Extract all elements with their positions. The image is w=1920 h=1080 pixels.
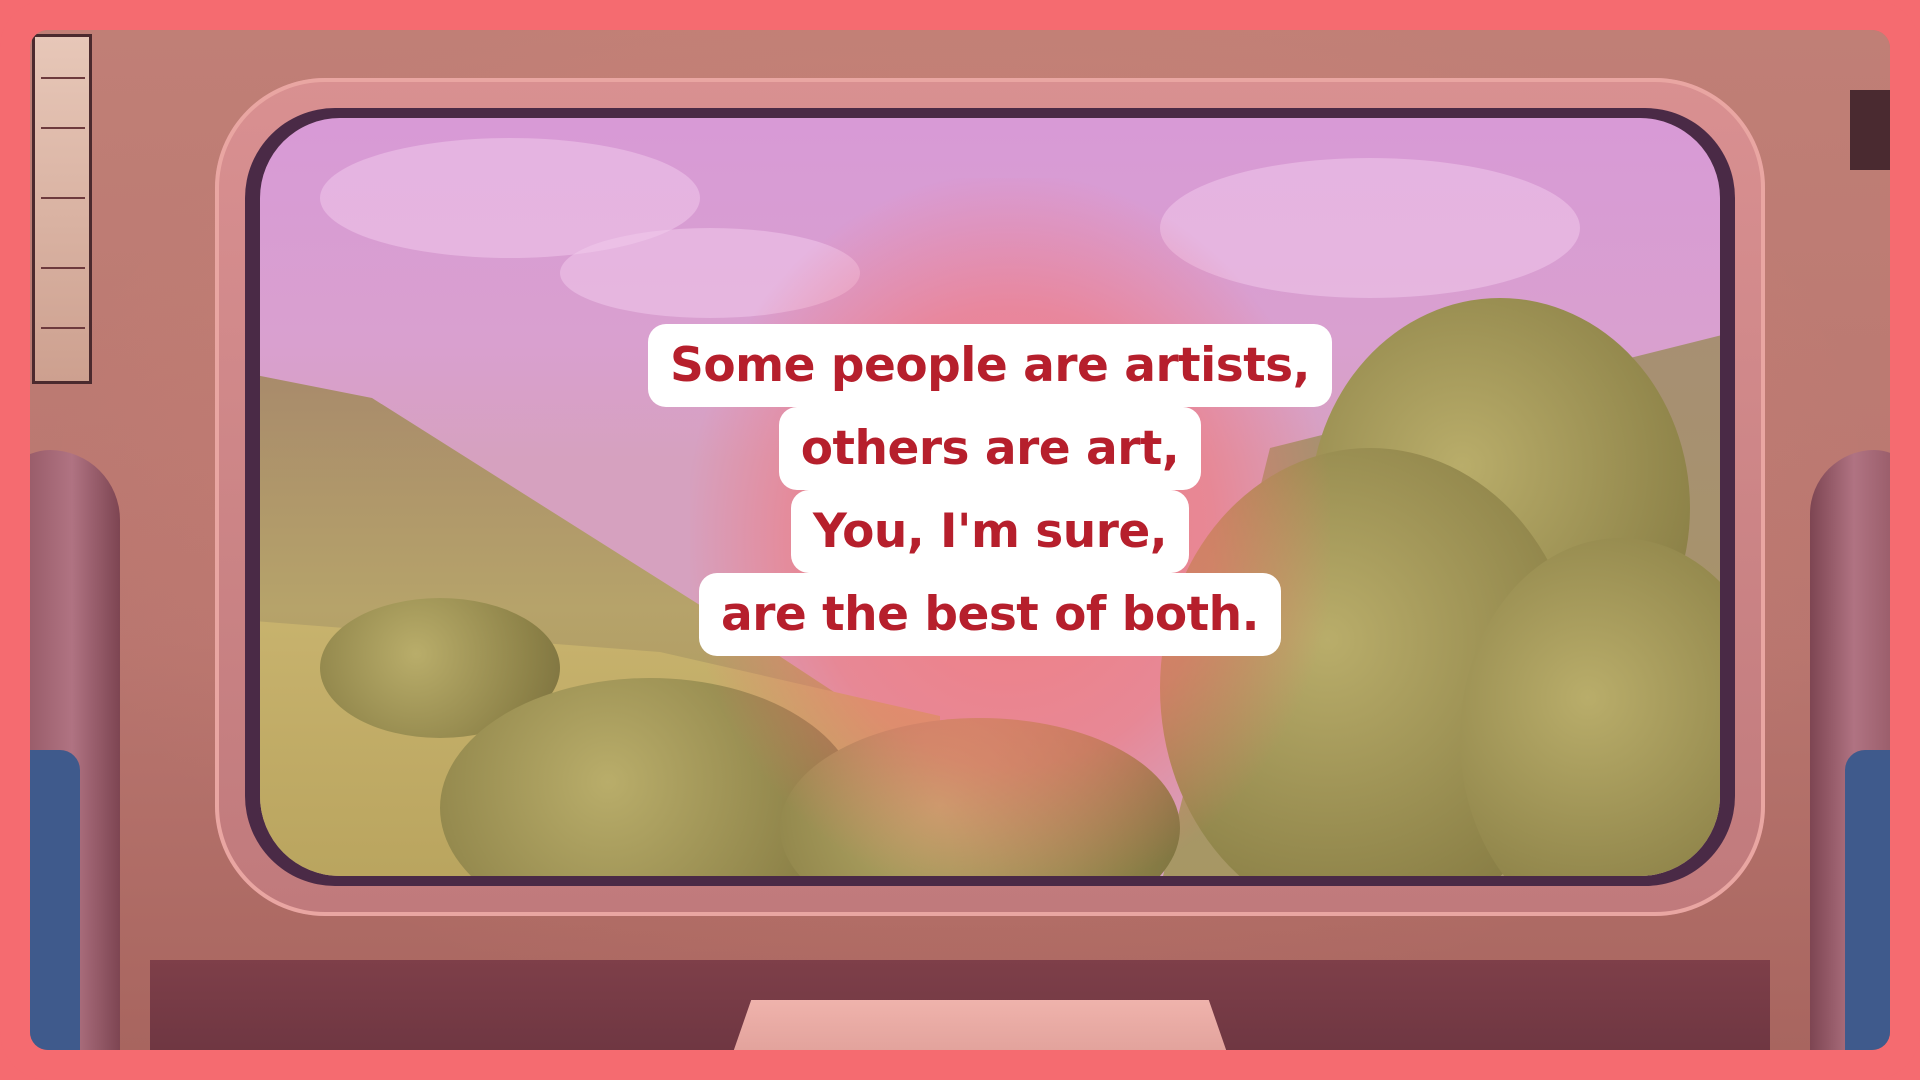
quote-block: Some people are artists, others are art,… — [560, 324, 1420, 656]
page-frame: Some people are artists, others are art,… — [0, 0, 1920, 1080]
seat-right — [1810, 450, 1890, 1050]
seat-left — [30, 450, 120, 1050]
train-table — [720, 1000, 1240, 1050]
quote-line-2: others are art, — [778, 407, 1202, 490]
quote-line-4: are the best of both. — [699, 573, 1281, 656]
wall-sign — [1850, 90, 1890, 170]
quote-line-3: You, I'm sure, — [790, 490, 1190, 573]
wall-poster — [32, 34, 92, 384]
quote-line-1: Some people are artists, — [647, 324, 1333, 407]
